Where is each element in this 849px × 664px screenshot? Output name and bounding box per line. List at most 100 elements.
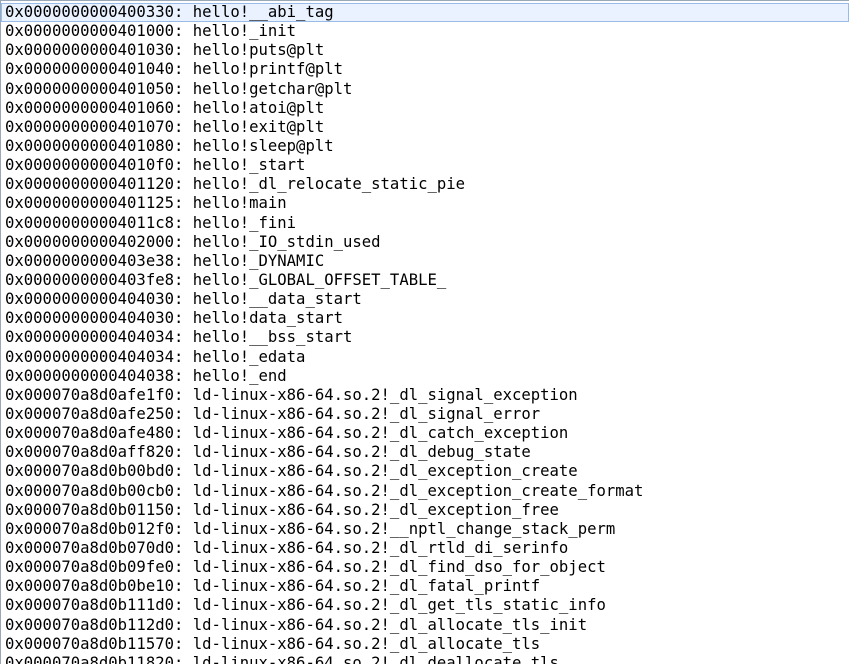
symbol-row[interactable]: 0x000070a8d0b00cb0: ld-linux-x86-64.so.2… bbox=[1, 482, 849, 501]
symbol-name: ld-linux-x86-64.so.2!_dl_signal_exceptio… bbox=[192, 385, 578, 404]
symbol-name: hello!_edata bbox=[192, 347, 306, 366]
symbol-address: 0x0000000000401040: bbox=[5, 60, 184, 79]
symbol-row[interactable]: 0x0000000000401125: hello!main bbox=[1, 194, 849, 213]
symbol-address: 0x0000000000401050: bbox=[5, 79, 184, 98]
symbol-row[interactable]: 0x000070a8d0b012f0: ld-linux-x86-64.so.2… bbox=[1, 520, 849, 539]
symbol-row[interactable]: 0x000070a8d0afe250: ld-linux-x86-64.so.2… bbox=[1, 405, 849, 424]
symbol-row[interactable]: 0x0000000000404038: hello!_end bbox=[1, 367, 849, 386]
symbol-row[interactable]: 0x000070a8d0b070d0: ld-linux-x86-64.so.2… bbox=[1, 539, 849, 558]
symbol-address: 0x0000000000401120: bbox=[5, 175, 184, 194]
symbol-name: ld-linux-x86-64.so.2!_dl_debug_state bbox=[192, 443, 531, 462]
symbol-address: 0x0000000000400330: bbox=[5, 3, 184, 21]
symbol-name: hello!_fini bbox=[192, 213, 297, 232]
symbol-name: hello!atoi@plt bbox=[192, 98, 325, 117]
symbol-address: 0x0000000000401030: bbox=[5, 41, 184, 60]
symbol-name: ld-linux-x86-64.so.2!_dl_fatal_printf bbox=[192, 577, 541, 596]
symbol-row[interactable]: 0x000070a8d0b112d0: ld-linux-x86-64.so.2… bbox=[1, 616, 849, 635]
symbol-name: ld-linux-x86-64.so.2!__nptl_change_stack… bbox=[192, 519, 616, 538]
symbol-address: 0x000070a8d0b070d0: bbox=[5, 538, 184, 557]
symbol-name: ld-linux-x86-64.so.2!_dl_deallocate_tls bbox=[192, 653, 559, 664]
symbol-name: hello!_start bbox=[192, 156, 306, 175]
symbol-name: hello!getchar@plt bbox=[192, 79, 353, 98]
symbol-name: ld-linux-x86-64.so.2!_dl_catch_exception bbox=[192, 424, 569, 443]
symbol-row[interactable]: 0x0000000000403fe8: hello!_GLOBAL_OFFSET… bbox=[1, 271, 849, 290]
symbol-row[interactable]: 0x0000000000401030: hello!puts@plt bbox=[1, 41, 849, 60]
symbol-address: 0x000070a8d0b111d0: bbox=[5, 596, 184, 615]
symbol-name: hello!_dl_relocate_static_pie bbox=[192, 175, 466, 194]
symbol-name: ld-linux-x86-64.so.2!_dl_find_dso_for_ob… bbox=[192, 558, 606, 577]
symbol-row[interactable]: 0x0000000000404034: hello!__bss_start bbox=[1, 328, 849, 347]
symbol-row[interactable]: 0x000070a8d0b11570: ld-linux-x86-64.so.2… bbox=[1, 635, 849, 654]
symbol-address: 0x0000000000401000: bbox=[5, 22, 184, 41]
symbol-address: 0x0000000000401125: bbox=[5, 194, 184, 213]
symbol-address: 0x0000000000402000: bbox=[5, 232, 184, 251]
symbol-name: ld-linux-x86-64.so.2!_dl_get_tls_static_… bbox=[192, 596, 606, 615]
symbol-name: hello!_IO_stdin_used bbox=[192, 232, 381, 251]
symbol-address: 0x000070a8d0afe250: bbox=[5, 404, 184, 423]
symbol-address: 0x000070a8d0b00bd0: bbox=[5, 462, 184, 481]
symbol-address: 0x000070a8d0afe1f0: bbox=[5, 385, 184, 404]
symbol-address: 0x0000000000404030: bbox=[5, 290, 184, 309]
symbol-name: ld-linux-x86-64.so.2!_dl_allocate_tls bbox=[192, 634, 541, 653]
symbol-row[interactable]: 0x0000000000404030: hello!data_start bbox=[1, 309, 849, 328]
symbol-row[interactable]: 0x0000000000401070: hello!exit@plt bbox=[1, 118, 849, 137]
symbol-name: hello!puts@plt bbox=[192, 41, 325, 60]
symbol-row[interactable]: 0x0000000000402000: hello!_IO_stdin_used bbox=[1, 233, 849, 252]
symbol-address: 0x000070a8d0b01150: bbox=[5, 500, 184, 519]
symbol-address: 0x000070a8d0b09fe0: bbox=[5, 558, 184, 577]
symbol-row[interactable]: 0x000070a8d0aff820: ld-linux-x86-64.so.2… bbox=[1, 443, 849, 462]
symbol-address: 0x00000000004011c8: bbox=[5, 213, 184, 232]
symbol-name: hello!_end bbox=[192, 366, 287, 385]
symbol-row[interactable]: 0x000070a8d0b01150: ld-linux-x86-64.so.2… bbox=[1, 501, 849, 520]
symbol-name: hello!printf@plt bbox=[192, 60, 343, 79]
symbol-row[interactable]: 0x0000000000401060: hello!atoi@plt bbox=[1, 99, 849, 118]
symbol-name: hello!_init bbox=[192, 22, 297, 41]
symbol-row[interactable]: 0x000070a8d0b11820: ld-linux-x86-64.so.2… bbox=[1, 654, 849, 664]
symbol-name: hello!__bss_start bbox=[192, 328, 353, 347]
symbol-address: 0x0000000000403fe8: bbox=[5, 270, 184, 289]
symbol-name: hello!sleep@plt bbox=[192, 136, 334, 155]
symbol-row[interactable]: 0x0000000000401050: hello!getchar@plt bbox=[1, 80, 849, 99]
symbol-name: hello!_GLOBAL_OFFSET_TABLE_ bbox=[192, 270, 447, 289]
symbol-address: 0x000070a8d0b11820: bbox=[5, 653, 184, 664]
symbol-name: ld-linux-x86-64.so.2!_dl_exception_creat… bbox=[192, 462, 578, 481]
symbol-row[interactable]: 0x000070a8d0b111d0: ld-linux-x86-64.so.2… bbox=[1, 596, 849, 615]
symbol-row[interactable]: 0x0000000000400330: hello!__abi_tag bbox=[1, 3, 849, 23]
symbol-name: ld-linux-x86-64.so.2!_dl_allocate_tls_in… bbox=[192, 615, 588, 634]
symbol-name: ld-linux-x86-64.so.2!_dl_signal_error bbox=[192, 404, 541, 423]
symbol-row[interactable]: 0x0000000000404030: hello!__data_start bbox=[1, 290, 849, 309]
symbol-row[interactable]: 0x000070a8d0afe480: ld-linux-x86-64.so.2… bbox=[1, 424, 849, 443]
symbol-address: 0x000070a8d0b0be10: bbox=[5, 577, 184, 596]
symbol-row[interactable]: 0x0000000000403e38: hello!_DYNAMIC bbox=[1, 252, 849, 271]
symbol-row[interactable]: 0x000070a8d0b09fe0: ld-linux-x86-64.so.2… bbox=[1, 558, 849, 577]
symbol-row[interactable]: 0x000070a8d0b00bd0: ld-linux-x86-64.so.2… bbox=[1, 462, 849, 481]
symbol-address: 0x0000000000404038: bbox=[5, 366, 184, 385]
symbol-name: hello!__data_start bbox=[192, 290, 362, 309]
symbol-row[interactable]: 0x0000000000401000: hello!_init bbox=[1, 22, 849, 41]
symbol-address: 0x000070a8d0b00cb0: bbox=[5, 481, 184, 500]
symbol-row[interactable]: 0x000070a8d0b0be10: ld-linux-x86-64.so.2… bbox=[1, 577, 849, 596]
symbol-name: hello!main bbox=[192, 194, 287, 213]
symbol-name: ld-linux-x86-64.so.2!_dl_rtld_di_serinfo bbox=[192, 538, 569, 557]
symbol-address: 0x000070a8d0b112d0: bbox=[5, 615, 184, 634]
symbol-address: 0x0000000000404030: bbox=[5, 309, 184, 328]
symbol-list[interactable]: 0x0000000000400330: hello!__abi_tag 0x000… bbox=[1, 3, 849, 664]
symbol-name: hello!data_start bbox=[192, 309, 343, 328]
symbol-address: 0x00000000004010f0: bbox=[5, 156, 184, 175]
symbol-name: hello!exit@plt bbox=[192, 117, 325, 136]
symbol-address: 0x000070a8d0b012f0: bbox=[5, 519, 184, 538]
symbol-name: hello!_DYNAMIC bbox=[192, 251, 325, 270]
symbol-name: hello!__abi_tag bbox=[192, 3, 334, 21]
symbol-name: ld-linux-x86-64.so.2!_dl_exception_creat… bbox=[192, 481, 644, 500]
symbol-list-panel[interactable]: 0x0000000000400330: hello!__abi_tag 0x000… bbox=[0, 0, 849, 664]
symbol-row[interactable]: 0x0000000000404034: hello!_edata bbox=[1, 348, 849, 367]
symbol-address: 0x000070a8d0afe480: bbox=[5, 424, 184, 443]
symbol-address: 0x0000000000401060: bbox=[5, 98, 184, 117]
symbol-row[interactable]: 0x00000000004010f0: hello!_start bbox=[1, 156, 849, 175]
symbol-row[interactable]: 0x00000000004011c8: hello!_fini bbox=[1, 214, 849, 233]
symbol-row[interactable]: 0x0000000000401120: hello!_dl_relocate_s… bbox=[1, 175, 849, 194]
symbol-row[interactable]: 0x0000000000401080: hello!sleep@plt bbox=[1, 137, 849, 156]
symbol-name: ld-linux-x86-64.so.2!_dl_exception_free bbox=[192, 500, 559, 519]
symbol-row[interactable]: 0x000070a8d0afe1f0: ld-linux-x86-64.so.2… bbox=[1, 386, 849, 405]
symbol-row[interactable]: 0x0000000000401040: hello!printf@plt bbox=[1, 60, 849, 79]
